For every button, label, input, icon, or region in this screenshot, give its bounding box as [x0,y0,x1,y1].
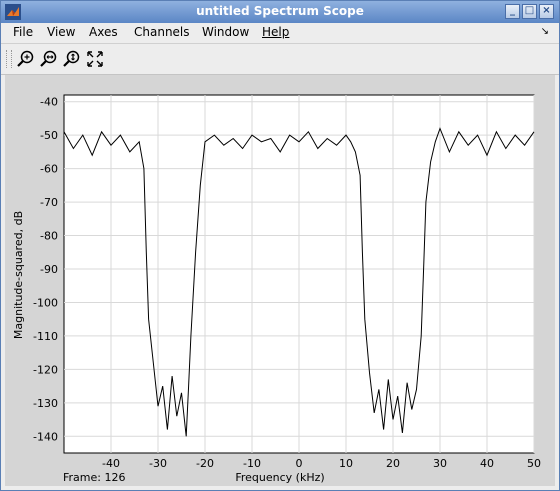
scope-window: untitled Spectrum Scope _ □ × File View … [0,0,560,491]
x-tick-label: -30 [149,457,167,470]
x-tick-label: -20 [196,457,214,470]
y-tick-labels: -40 -50 -60 -70 -80 -90 -100 -110 -120 -130 -140 [33,96,58,444]
maximize-button[interactable]: □ [522,4,537,19]
x-tick-label: 40 [480,457,494,470]
zoom-y-icon[interactable] [62,49,82,69]
autoscale-icon[interactable] [85,49,105,69]
title-bar[interactable]: untitled Spectrum Scope _ □ × [1,1,559,23]
close-button[interactable]: × [539,4,554,19]
menu-view[interactable]: View [47,25,75,39]
y-tick-label: -90 [40,263,58,276]
x-tick-label: 50 [527,457,541,470]
y-tick-label: -100 [33,296,58,309]
x-tick-labels: -40 -30 -20 -10 0 10 20 30 40 50 [102,457,541,470]
y-tick-label: -80 [40,230,58,243]
spectrum-plot[interactable]: -40 -30 -20 -10 0 10 20 30 40 50 -40-50-60-70-80-… [5,75,555,486]
y-tick-label: -110 [33,330,58,343]
menu-channels[interactable]: Channels [134,25,190,39]
y-tick-label: -60 [40,163,58,176]
y-tick-label: -70 [40,196,58,209]
y-tick-label: -130 [33,397,58,410]
x-tick-label: 30 [433,457,447,470]
menu-overflow-icon[interactable]: ↘ [541,26,549,37]
y-tick-label: -50 [40,129,58,142]
menu-help[interactable]: Help [262,25,289,39]
menu-window[interactable]: Window [202,25,249,39]
zoom-x-icon[interactable] [39,49,59,69]
menu-file[interactable]: File [13,25,33,39]
window-title: untitled Spectrum Scope [196,4,364,18]
x-tick-label: -10 [243,457,261,470]
y-tick-label: -120 [33,363,58,376]
x-axis-label: Frequency (kHz) [235,471,324,484]
menu-bar: File View Axes Channels Window Help ↘ [1,23,559,43]
y-tick-label: -140 [33,430,58,443]
y-axis-label: Magnitude-squared, dB [12,211,25,339]
x-tick-label: 10 [339,457,353,470]
toolbar [1,43,559,75]
scope-figure: -40 -30 -20 -10 0 10 20 30 40 50 -40 -50 -60 -70 -80-… [5,75,555,486]
x-tick-label: 20 [386,457,400,470]
x-tick-label: 0 [296,457,303,470]
x-tick-label: -40 [102,457,120,470]
zoom-in-icon[interactable] [16,49,36,69]
toolbar-grip-icon[interactable] [6,50,12,68]
frame-counter: Frame: 126 [63,471,125,484]
minimize-button[interactable]: _ [505,4,520,19]
y-tick-label: -40 [40,96,58,109]
menu-axes[interactable]: Axes [89,25,118,39]
